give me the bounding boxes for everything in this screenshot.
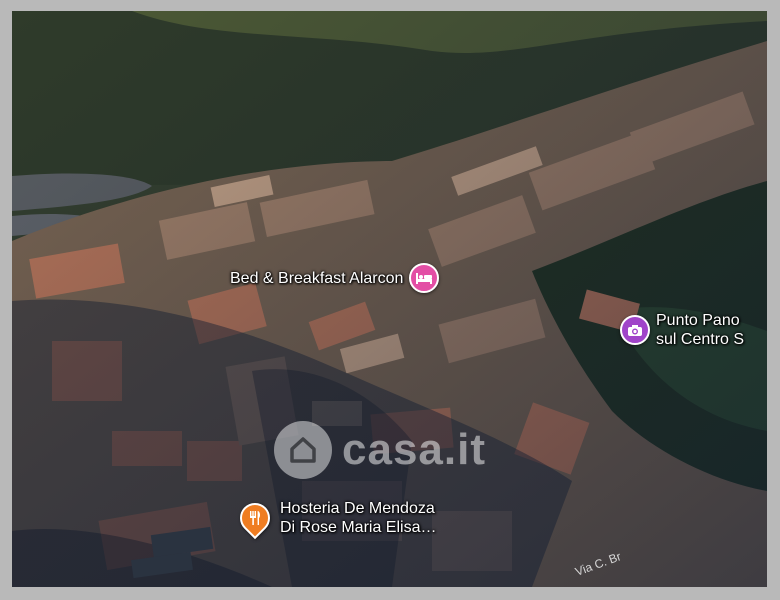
poi-bed-breakfast-alarcon[interactable]: Bed & Breakfast Alarcon <box>230 263 440 293</box>
poi-punto-panoramico[interactable]: Punto Pano sul Centro S <box>620 311 744 349</box>
poi-label: Bed & Breakfast Alarcon <box>230 269 404 287</box>
poi-label: Punto Pano <box>656 312 740 329</box>
watermark-text: casa.it <box>342 425 486 474</box>
house-icon <box>274 421 332 479</box>
camera-icon[interactable] <box>620 315 650 345</box>
poi-label: Hosteria De Mendoza <box>280 500 435 517</box>
casa-it-watermark: casa.it <box>274 421 486 479</box>
bed-icon[interactable] <box>409 263 440 293</box>
poi-hosteria-de-mendoza[interactable]: Hosteria De Mendoza Di Rose Maria Elisa… <box>233 496 437 540</box>
fork-knife-icon[interactable] <box>233 496 277 540</box>
poi-label-line2: Di Rose Maria Elisa… <box>280 519 437 536</box>
poi-label-line2: sul Centro S <box>656 331 745 348</box>
map-view[interactable]: Via C. Br Bed & Breakfast Alarcon Punto … <box>12 11 767 587</box>
